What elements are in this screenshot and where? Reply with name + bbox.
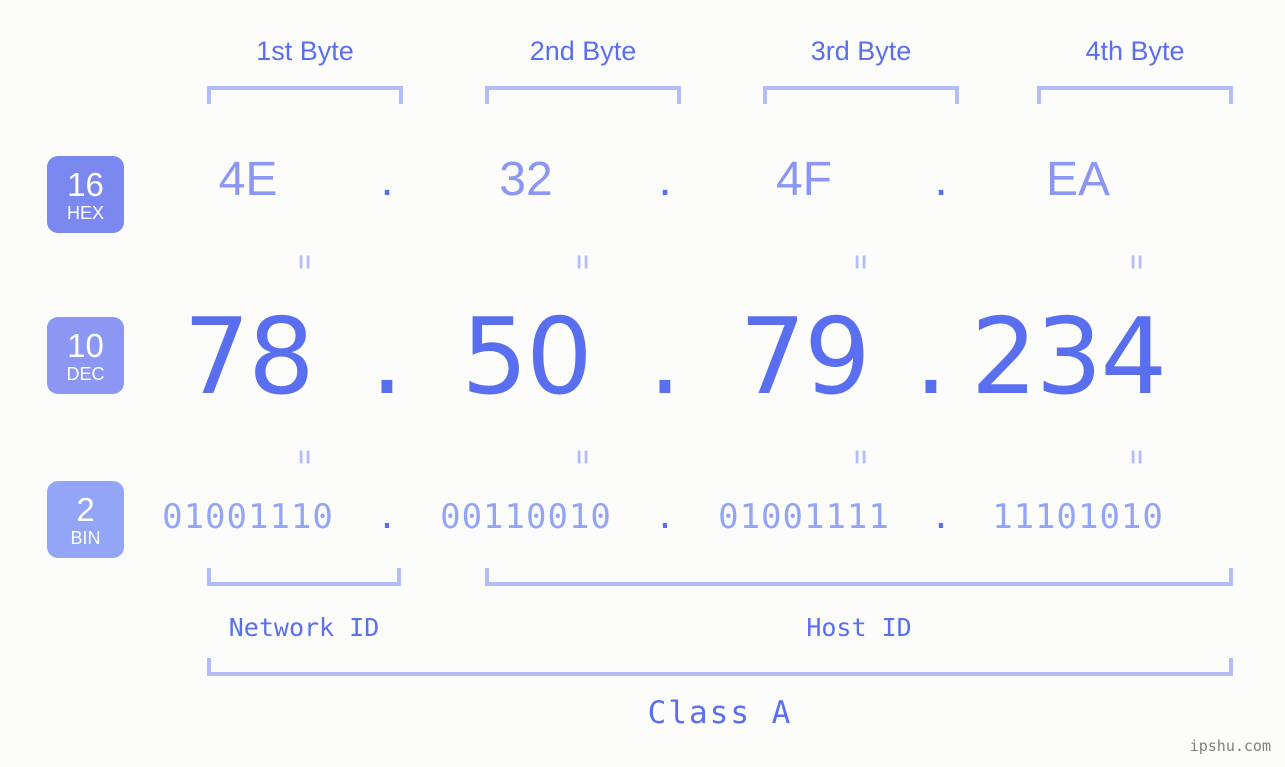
- byte-header-label-2: 2nd Byte: [529, 36, 637, 66]
- radix-badge-hex: 16 HEX: [47, 156, 124, 233]
- bin-octet-2: 00110010: [440, 497, 612, 537]
- byte-header-label-4: 4th Byte: [1085, 36, 1185, 66]
- ip-address-breakdown-diagram: 1st Byte 2nd Byte 3rd Byte 4th Byte 16 H…: [0, 0, 1285, 767]
- hex-octet-1: 4E: [218, 153, 278, 206]
- radix-badge-bin-name: BIN: [70, 527, 101, 548]
- hex-octet-2: 32: [499, 153, 553, 206]
- bin-separator-2: .: [654, 497, 676, 537]
- dec-octet-2: 50: [461, 296, 593, 418]
- equals-mark-hex-dec-1: =: [290, 254, 320, 270]
- equals-mark-hex-dec-2: =: [568, 254, 598, 270]
- byte-header-label-1: 1st Byte: [256, 36, 354, 66]
- network-id-label: Network ID: [228, 613, 380, 642]
- host-id-label: Host ID: [806, 613, 912, 642]
- equals-mark-dec-bin-3: =: [846, 449, 876, 465]
- dec-octet-1: 78: [183, 296, 315, 418]
- byte-bracket-3: [763, 86, 959, 104]
- radix-badge-dec: 10 DEC: [47, 317, 124, 394]
- radix-badge-bin: 2 BIN: [47, 481, 124, 558]
- equals-mark-dec-bin-4: =: [1122, 449, 1152, 465]
- dec-octet-3: 79: [739, 296, 871, 418]
- radix-badge-hex-name: HEX: [66, 202, 104, 223]
- class-bracket: [207, 658, 1233, 676]
- radix-badge-hex-number: 16: [67, 165, 104, 203]
- dec-separator-3: .: [914, 296, 948, 418]
- dec-value-row: 78 . 50 . 79 . 234: [150, 296, 1255, 418]
- equals-mark-hex-dec-4: =: [1122, 254, 1152, 270]
- dec-octet-4: 234: [970, 296, 1167, 418]
- radix-badge-dec-number: 10: [67, 326, 104, 364]
- bin-octet-3: 01001111: [718, 497, 890, 537]
- radix-badge-bin-number: 2: [76, 490, 95, 528]
- hex-separator-3: .: [934, 153, 948, 206]
- byte-header-label-3: 3rd Byte: [810, 36, 912, 66]
- hex-separator-2: .: [658, 153, 672, 206]
- bin-octet-1: 01001110: [162, 497, 334, 537]
- byte-bracket-4: [1037, 86, 1233, 104]
- byte-bracket-2: [485, 86, 681, 104]
- site-watermark: ipshu.com: [1189, 737, 1271, 755]
- dec-separator-1: .: [370, 296, 404, 418]
- bin-octet-4: 11101010: [992, 497, 1164, 537]
- equals-mark-dec-bin-2: =: [568, 449, 598, 465]
- bin-separator-3: .: [930, 497, 952, 537]
- equals-mark-dec-bin-1: =: [290, 449, 320, 465]
- byte-bracket-1: [207, 86, 403, 104]
- hex-octet-3: 4F: [775, 153, 832, 206]
- class-label: Class A: [647, 695, 793, 731]
- equals-mark-hex-dec-3: =: [846, 254, 876, 270]
- network-id-bracket: [207, 568, 401, 586]
- host-id-bracket: [485, 568, 1233, 586]
- dec-separator-2: .: [648, 296, 682, 418]
- hex-separator-1: .: [380, 153, 394, 206]
- bin-value-row: 01001110 . 00110010 . 01001111 . 1110101…: [150, 497, 1255, 537]
- hex-octet-4: EA: [1045, 153, 1111, 206]
- hex-value-row: 4E . 32 . 4F . EA: [150, 152, 1255, 207]
- radix-badge-dec-name: DEC: [66, 363, 105, 384]
- bin-separator-1: .: [376, 497, 398, 537]
